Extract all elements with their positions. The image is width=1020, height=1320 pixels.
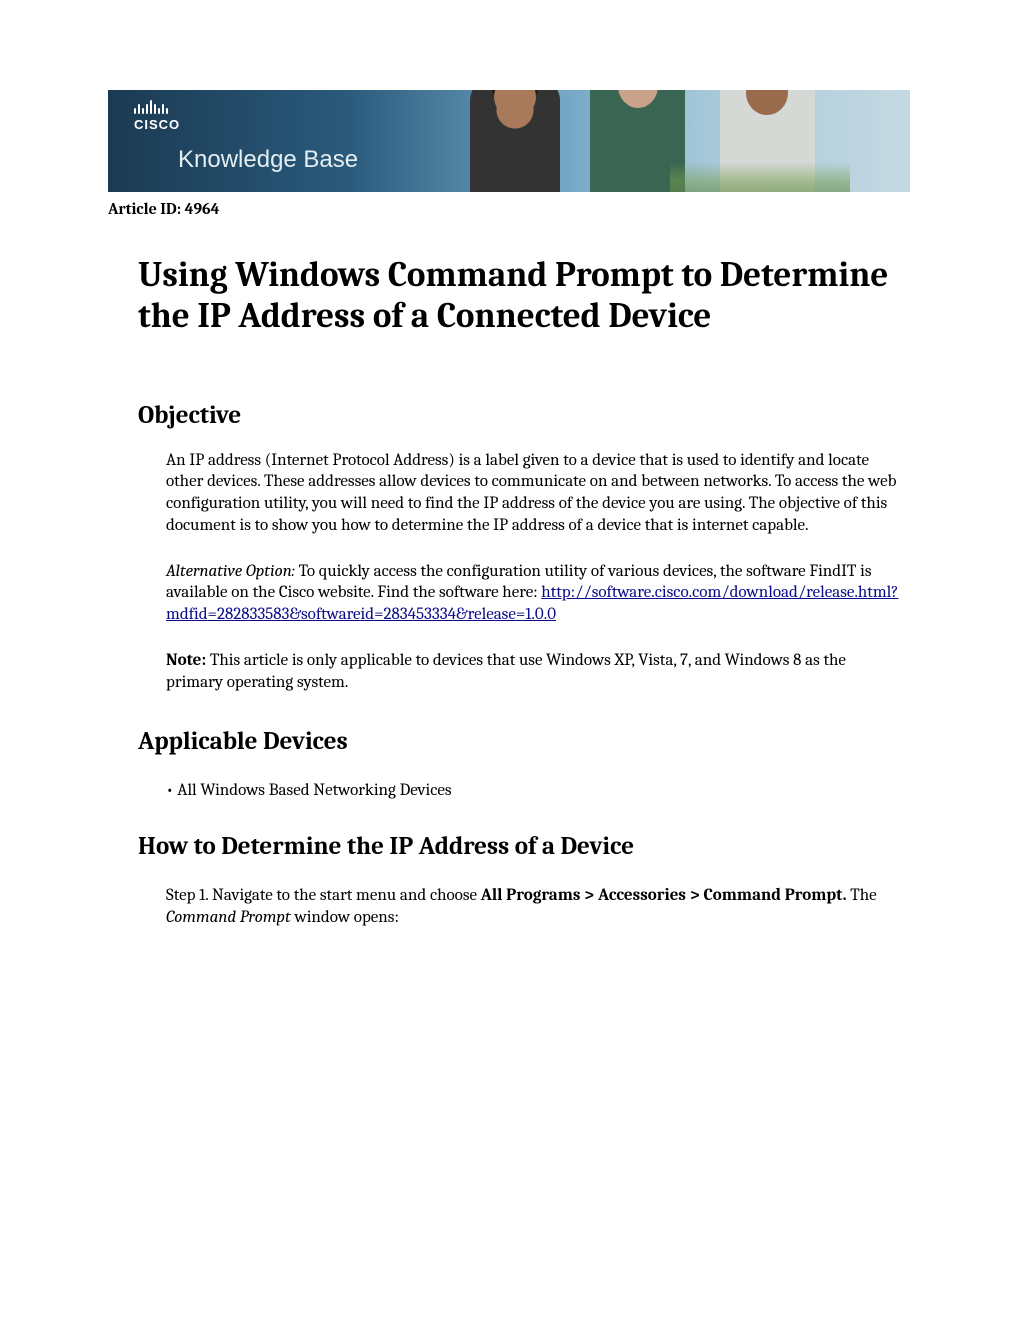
- objective-body: An IP address (Internet Protocol Address…: [166, 450, 906, 694]
- article-id-label: Article ID: 4964: [108, 200, 910, 218]
- note-label: Note:: [166, 651, 206, 670]
- step1-menu-path: All Programs > Accessories > Command Pro…: [481, 886, 847, 905]
- step1-lead: Step 1. Navigate to the start menu and c…: [166, 886, 481, 905]
- step1-after2: window opens:: [291, 908, 399, 927]
- alternative-option-label: Alternative Option:: [166, 562, 295, 581]
- howto-body: Step 1. Navigate to the start menu and c…: [166, 885, 906, 929]
- knowledge-base-label: Knowledge Base: [178, 146, 358, 174]
- step1-after1: The: [847, 886, 877, 905]
- banner-brand-block: CISCO Knowledge Base: [134, 104, 358, 174]
- document-page: CISCO Knowledge Base Article ID: 4964 Us…: [0, 0, 1020, 1320]
- applicable-devices-body: • All Windows Based Networking Devices: [166, 780, 906, 802]
- objective-paragraph-1: An IP address (Internet Protocol Address…: [166, 450, 906, 537]
- objective-alternative-paragraph: Alternative Option: To quickly access th…: [166, 561, 906, 626]
- header-banner: CISCO Knowledge Base: [108, 90, 910, 192]
- section-heading-howto: How to Determine the IP Address of a Dev…: [138, 832, 910, 861]
- section-heading-applicable-devices: Applicable Devices: [138, 727, 910, 756]
- page-title: Using Windows Command Prompt to Determin…: [138, 254, 910, 337]
- objective-note-paragraph: Note: This article is only applicable to…: [166, 650, 906, 694]
- cisco-logo-icon: [134, 104, 358, 114]
- howto-step-1: Step 1. Navigate to the start menu and c…: [166, 885, 906, 929]
- applicable-devices-bullet-1: • All Windows Based Networking Devices: [166, 780, 906, 802]
- step1-window-name: Command Prompt: [166, 908, 291, 927]
- banner-people-illustration: [470, 90, 850, 192]
- section-heading-objective: Objective: [138, 401, 910, 430]
- note-text: This article is only applicable to devic…: [166, 651, 846, 692]
- brand-word: CISCO: [134, 117, 358, 132]
